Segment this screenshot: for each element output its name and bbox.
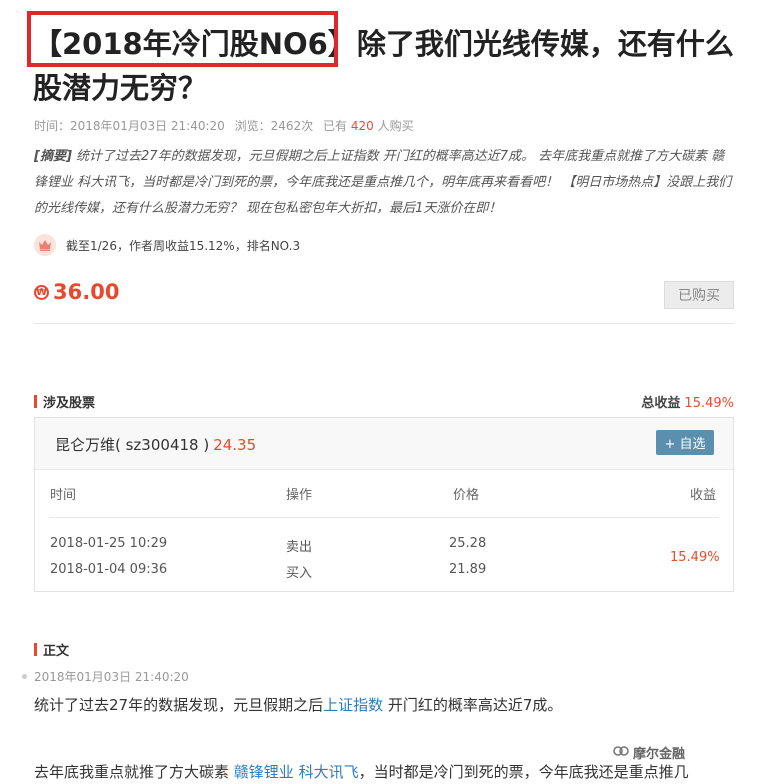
body-section-label: 正文 (43, 644, 70, 659)
body-date: 2018年01月03日 21:40:20 (34, 670, 189, 684)
publish-time: 2018年01月03日 21:40:20 (70, 119, 225, 133)
section-bar (34, 395, 37, 408)
col-price: 价格 (453, 488, 480, 503)
purchased-button[interactable]: 已购买 (664, 281, 734, 309)
views-label: 浏览： (234, 119, 271, 133)
index-link[interactable]: 上证指数 (323, 696, 383, 714)
stock-card: 昆仑万维( sz300418 ) 24.35 + 自选 时间 操作 价格 收益 2… (34, 417, 734, 592)
p1-after: 开门红的概率高达近7成。 (383, 696, 563, 714)
rank-text: 截至1/26，作者周收益15.12%，排名NO.3 (66, 238, 301, 253)
col-time: 时间 (50, 488, 77, 503)
currency-icon: ₩ (34, 284, 49, 300)
row-price: 21.89 (449, 562, 487, 577)
body-section-title: 正文 (34, 640, 69, 659)
body-paragraph: 统计了过去27年的数据发现，元旦假期之后上证指数 开门红的概率高达近7成。 (34, 694, 562, 715)
highlight-box (27, 11, 338, 67)
row-time: 2018-01-04 09:36 (50, 562, 168, 577)
stock-link[interactable]: 科大讯飞 (299, 763, 359, 781)
stock-header: 昆仑万维( sz300418 ) 24.35 + 自选 (35, 418, 733, 470)
section-bar (34, 643, 37, 656)
watermark-icon (613, 744, 629, 762)
buyers-count: 420 (350, 119, 374, 133)
views-count: 2462次 (270, 119, 314, 133)
stocks-section-title: 涉及股票 (34, 392, 95, 411)
article-price: ₩ 36.00 (34, 280, 119, 304)
total-return-value: 15.49% (684, 396, 734, 411)
article-meta: 时间：2018年01月03日 21:40:20 浏览：2462次 已有 420 … (34, 117, 414, 134)
watermark: 摩尔金融 (613, 743, 685, 762)
abstract-tag: [摘要] (34, 149, 72, 164)
add-watchlist-button[interactable]: + 自选 (656, 430, 714, 455)
total-return-label: 总收益 (641, 396, 681, 411)
author-rank: 截至1/26，作者周收益15.12%，排名NO.3 (34, 234, 300, 256)
watermark-text: 摩尔金融 (633, 747, 686, 762)
row-price: 25.28 (449, 536, 487, 551)
timeline-dot (22, 674, 27, 679)
stock-name-text: 昆仑万维( sz300418 ) (55, 436, 210, 454)
row-action: 买入 (286, 566, 313, 581)
row-time: 2018-01-25 10:29 (50, 536, 168, 551)
col-action: 操作 (286, 488, 313, 503)
buyers-prefix: 已有 (323, 119, 348, 133)
p2-after: ，当时都是冷门到死的票，今年底我还是重点推几 (358, 763, 689, 781)
stock-name[interactable]: 昆仑万维( sz300418 ) 24.35 (55, 434, 256, 455)
profit-value: 15.49% (670, 550, 720, 565)
abstract-text: 统计了过去27年的数据发现，元旦假期之后上证指数 开门红的概率高达近7成。 去年… (34, 149, 732, 216)
p1-before: 统计了过去27年的数据发现，元旦假期之后 (34, 696, 324, 714)
total-return: 总收益 15.49% (641, 392, 734, 411)
article-abstract: [摘要] 统计了过去27年的数据发现，元旦假期之后上证指数 开门红的概率高达近7… (34, 144, 734, 222)
header-divider (49, 517, 719, 518)
buyers-suffix: 人购买 (377, 119, 414, 133)
row-action: 卖出 (286, 540, 313, 555)
col-profit: 收益 (690, 488, 717, 503)
divider (34, 323, 734, 324)
p2-before: 去年底我重点就推了方大碳素 (34, 763, 234, 781)
crown-icon (34, 234, 56, 256)
stock-price: 24.35 (213, 436, 257, 454)
stock-link[interactable]: 赣锋锂业 (234, 763, 294, 781)
time-label: 时间： (34, 119, 71, 133)
body-paragraph: 去年底我重点就推了方大碳素 赣锋锂业 科大讯飞，当时都是冷门到死的票，今年底我还… (34, 761, 689, 782)
stocks-section-label: 涉及股票 (43, 396, 96, 411)
price-value: 36.00 (53, 280, 120, 304)
